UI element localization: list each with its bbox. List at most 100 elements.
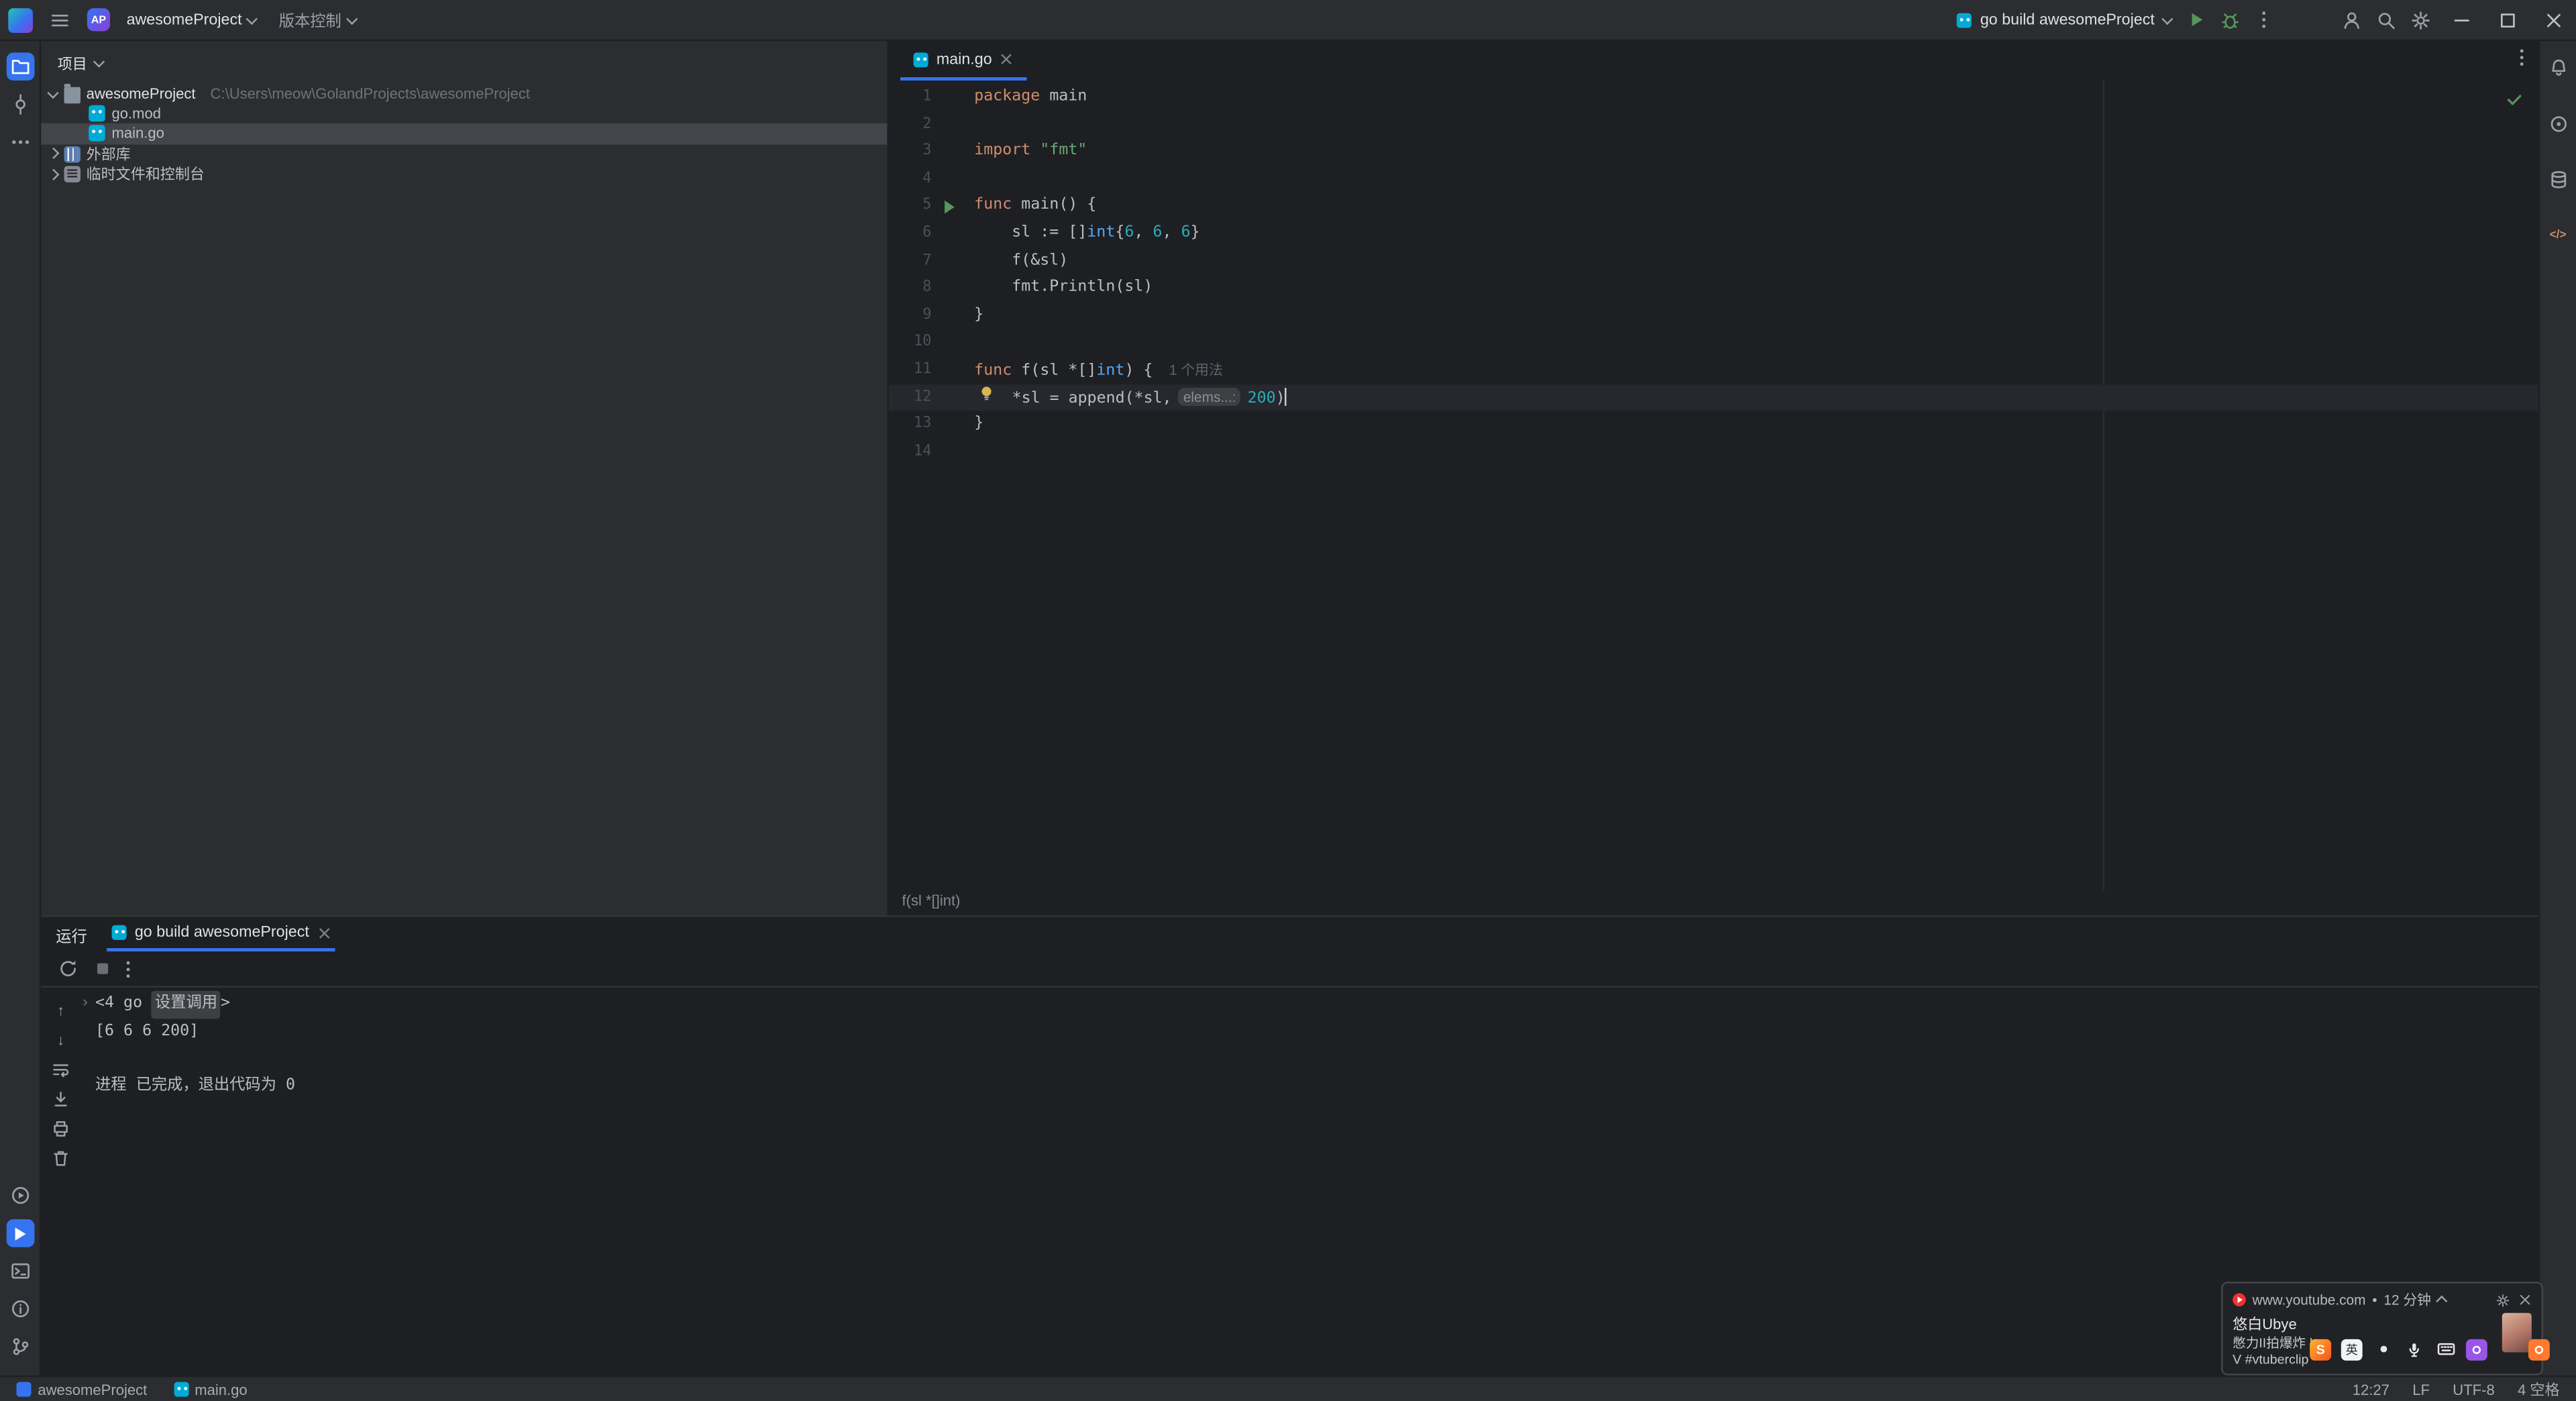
folded-region[interactable]: 设置调用 xyxy=(152,990,221,1019)
project-selector[interactable]: awesomeProject xyxy=(120,4,262,36)
minimize-icon xyxy=(2453,19,2469,21)
console-output[interactable]: › <4 go 设置调用 > [6 6 6 200] 进程 已完成，退出代码为 0 xyxy=(80,988,2538,1376)
project-avatar: AP xyxy=(87,8,111,32)
code-line-4[interactable]: 4 xyxy=(889,166,2538,193)
code-line-2[interactable]: 2 xyxy=(889,111,2538,139)
user-account-button[interactable] xyxy=(2334,4,2369,36)
run-button[interactable] xyxy=(2180,4,2213,36)
close-tab-icon[interactable] xyxy=(1000,52,1014,66)
line-number: 3 xyxy=(922,143,932,160)
code-area[interactable]: 1 package main 2 3 import "fmt" 4 5 func main()… xyxy=(888,81,2538,891)
run-config-selector[interactable]: go build awesomeProject xyxy=(1947,4,2180,36)
notification-separator: • xyxy=(2372,1291,2377,1308)
input-apps-grid-icon[interactable] xyxy=(2497,1339,2518,1360)
terminal-tool-icon[interactable] xyxy=(6,1257,34,1285)
editor-tab-main-go[interactable]: main.go xyxy=(900,41,1027,81)
chevron-down-icon[interactable] xyxy=(48,87,58,98)
ai-circle-icon xyxy=(2550,116,2566,132)
close-button[interactable] xyxy=(2530,0,2576,40)
vcs-tool-icon[interactable] xyxy=(6,1333,34,1361)
tree-item-外部库[interactable]: 外部库 xyxy=(41,144,887,164)
emoji-panel-icon[interactable] xyxy=(2465,1338,2487,1360)
project-panel-header[interactable]: 项目 xyxy=(41,41,887,84)
code-line-9[interactable]: 9} xyxy=(889,302,2538,329)
code-line-7[interactable]: 7 f(&sl) xyxy=(889,248,2538,275)
minimize-button[interactable] xyxy=(2438,0,2484,40)
stop-icon xyxy=(97,963,109,974)
database-tool-icon[interactable] xyxy=(2544,166,2572,194)
debug-button[interactable] xyxy=(2213,4,2247,36)
usages-hint[interactable]: 1 个用法 xyxy=(1169,362,1223,378)
code-line-12[interactable]: 12 *sl = append(*sl, elems...: 200) xyxy=(888,383,2538,411)
line-ending[interactable]: LF xyxy=(2412,1381,2430,1397)
indent-style[interactable]: 4 空格 xyxy=(2518,1379,2559,1400)
vcs-menu[interactable]: 版本控制 xyxy=(272,4,362,36)
endpoints-tool-icon[interactable]: </> xyxy=(2544,222,2572,250)
main-menu-button[interactable] xyxy=(43,4,77,36)
close-tab-icon[interactable] xyxy=(317,926,331,939)
vcs-menu-label: 版本控制 xyxy=(278,13,341,32)
project-root-path: C:\Users\meow\GolandProjects\awesomeProj… xyxy=(210,85,531,103)
run-more-options-icon[interactable] xyxy=(126,960,130,977)
soft-wrap-icon[interactable] xyxy=(49,1058,72,1080)
code-line-10[interactable]: 10 xyxy=(889,329,2538,357)
voice-input-icon[interactable] xyxy=(2404,1339,2425,1360)
inspection-ok-icon[interactable] xyxy=(2506,91,2524,109)
project-tool-icon[interactable] xyxy=(5,52,34,81)
statusbar-project[interactable]: awesomeProject xyxy=(16,1381,147,1398)
services-tool-icon[interactable] xyxy=(6,1182,34,1210)
run-line-icon[interactable] xyxy=(943,199,954,213)
notification-settings-icon[interactable] xyxy=(2496,1292,2510,1307)
input-cursor-icon[interactable] xyxy=(2372,1339,2394,1360)
print-icon[interactable] xyxy=(49,1117,72,1139)
stop-button[interactable] xyxy=(94,959,112,978)
code-line-6[interactable]: 6 sl := []int{6, 6, 6} xyxy=(889,220,2538,248)
editor-options-icon[interactable] xyxy=(2520,49,2524,66)
breadcrumb[interactable]: f(sl *[]int) xyxy=(889,890,2538,915)
code-line-13[interactable]: 13} xyxy=(889,411,2538,439)
rerun-button[interactable] xyxy=(58,958,79,980)
ai-assistant-tool-icon[interactable] xyxy=(2544,110,2572,138)
tree-item-main.go[interactable]: main.go xyxy=(41,123,888,144)
code-line-11[interactable]: 11 func f(sl *[]int) {1 个用法 xyxy=(889,356,2538,384)
tree-item-临时文件和控制台[interactable]: 临时文件和控制台 xyxy=(41,164,887,184)
soft-keyboard-icon[interactable] xyxy=(2434,1339,2456,1360)
search-everywhere-button[interactable] xyxy=(2369,4,2403,36)
code-line-3[interactable]: 3 import "fmt" xyxy=(889,138,2538,166)
notifications-icon[interactable] xyxy=(2544,54,2572,83)
statusbar-file[interactable]: main.go xyxy=(173,1381,248,1398)
more-tool-windows-icon[interactable] xyxy=(6,128,34,156)
scroll-to-end-icon[interactable] xyxy=(49,1088,72,1109)
caret-position[interactable]: 12:27 xyxy=(2353,1381,2390,1397)
code-line-5[interactable]: 5 func main() { xyxy=(889,193,2538,220)
commit-tool-icon[interactable] xyxy=(6,91,34,119)
search-icon xyxy=(2378,12,2395,29)
notification-close-icon[interactable] xyxy=(2517,1292,2532,1307)
run-tool-icon[interactable] xyxy=(5,1219,34,1247)
code-line-14[interactable]: 14 xyxy=(889,438,2538,466)
code-line-8[interactable]: 8 fmt.Println(sl) xyxy=(889,274,2538,302)
file-encoding[interactable]: UTF-8 xyxy=(2453,1381,2494,1397)
intention-bulb-icon[interactable] xyxy=(974,384,1012,402)
tree-item-awesomeProject[interactable]: awesomeProject C:\Users\meow\GolandProjec… xyxy=(41,83,887,104)
input-mode-english-icon[interactable]: 英 xyxy=(2341,1338,2363,1360)
commit-icon xyxy=(15,94,25,115)
collapse-notification-icon[interactable] xyxy=(2436,1296,2447,1307)
settings-button[interactable] xyxy=(2404,4,2438,36)
problems-tool-icon[interactable] xyxy=(6,1295,34,1323)
chevron-right-icon[interactable] xyxy=(48,168,58,180)
text-caret xyxy=(1285,386,1287,405)
input-settings-icon[interactable] xyxy=(2528,1338,2550,1360)
prev-occurrence-icon[interactable]: ↑ xyxy=(49,999,72,1021)
next-occurrence-icon[interactable]: ↓ xyxy=(49,1029,72,1050)
more-actions-button[interactable] xyxy=(2247,4,2279,36)
titlebar: AP awesomeProject 版本控制 go build awesomeP… xyxy=(0,0,2576,42)
chevron-right-icon[interactable] xyxy=(48,148,58,160)
tree-item-go.mod[interactable]: go.mod xyxy=(41,104,887,124)
sogou-input-icon[interactable]: S xyxy=(2310,1338,2332,1360)
maximize-button[interactable] xyxy=(2484,0,2530,40)
code-line-1[interactable]: 1 package main xyxy=(889,84,2538,111)
fold-expand-icon[interactable]: › xyxy=(80,991,95,1019)
run-tab[interactable]: go build awesomeProject xyxy=(107,917,336,951)
clear-console-icon[interactable] xyxy=(49,1147,72,1168)
